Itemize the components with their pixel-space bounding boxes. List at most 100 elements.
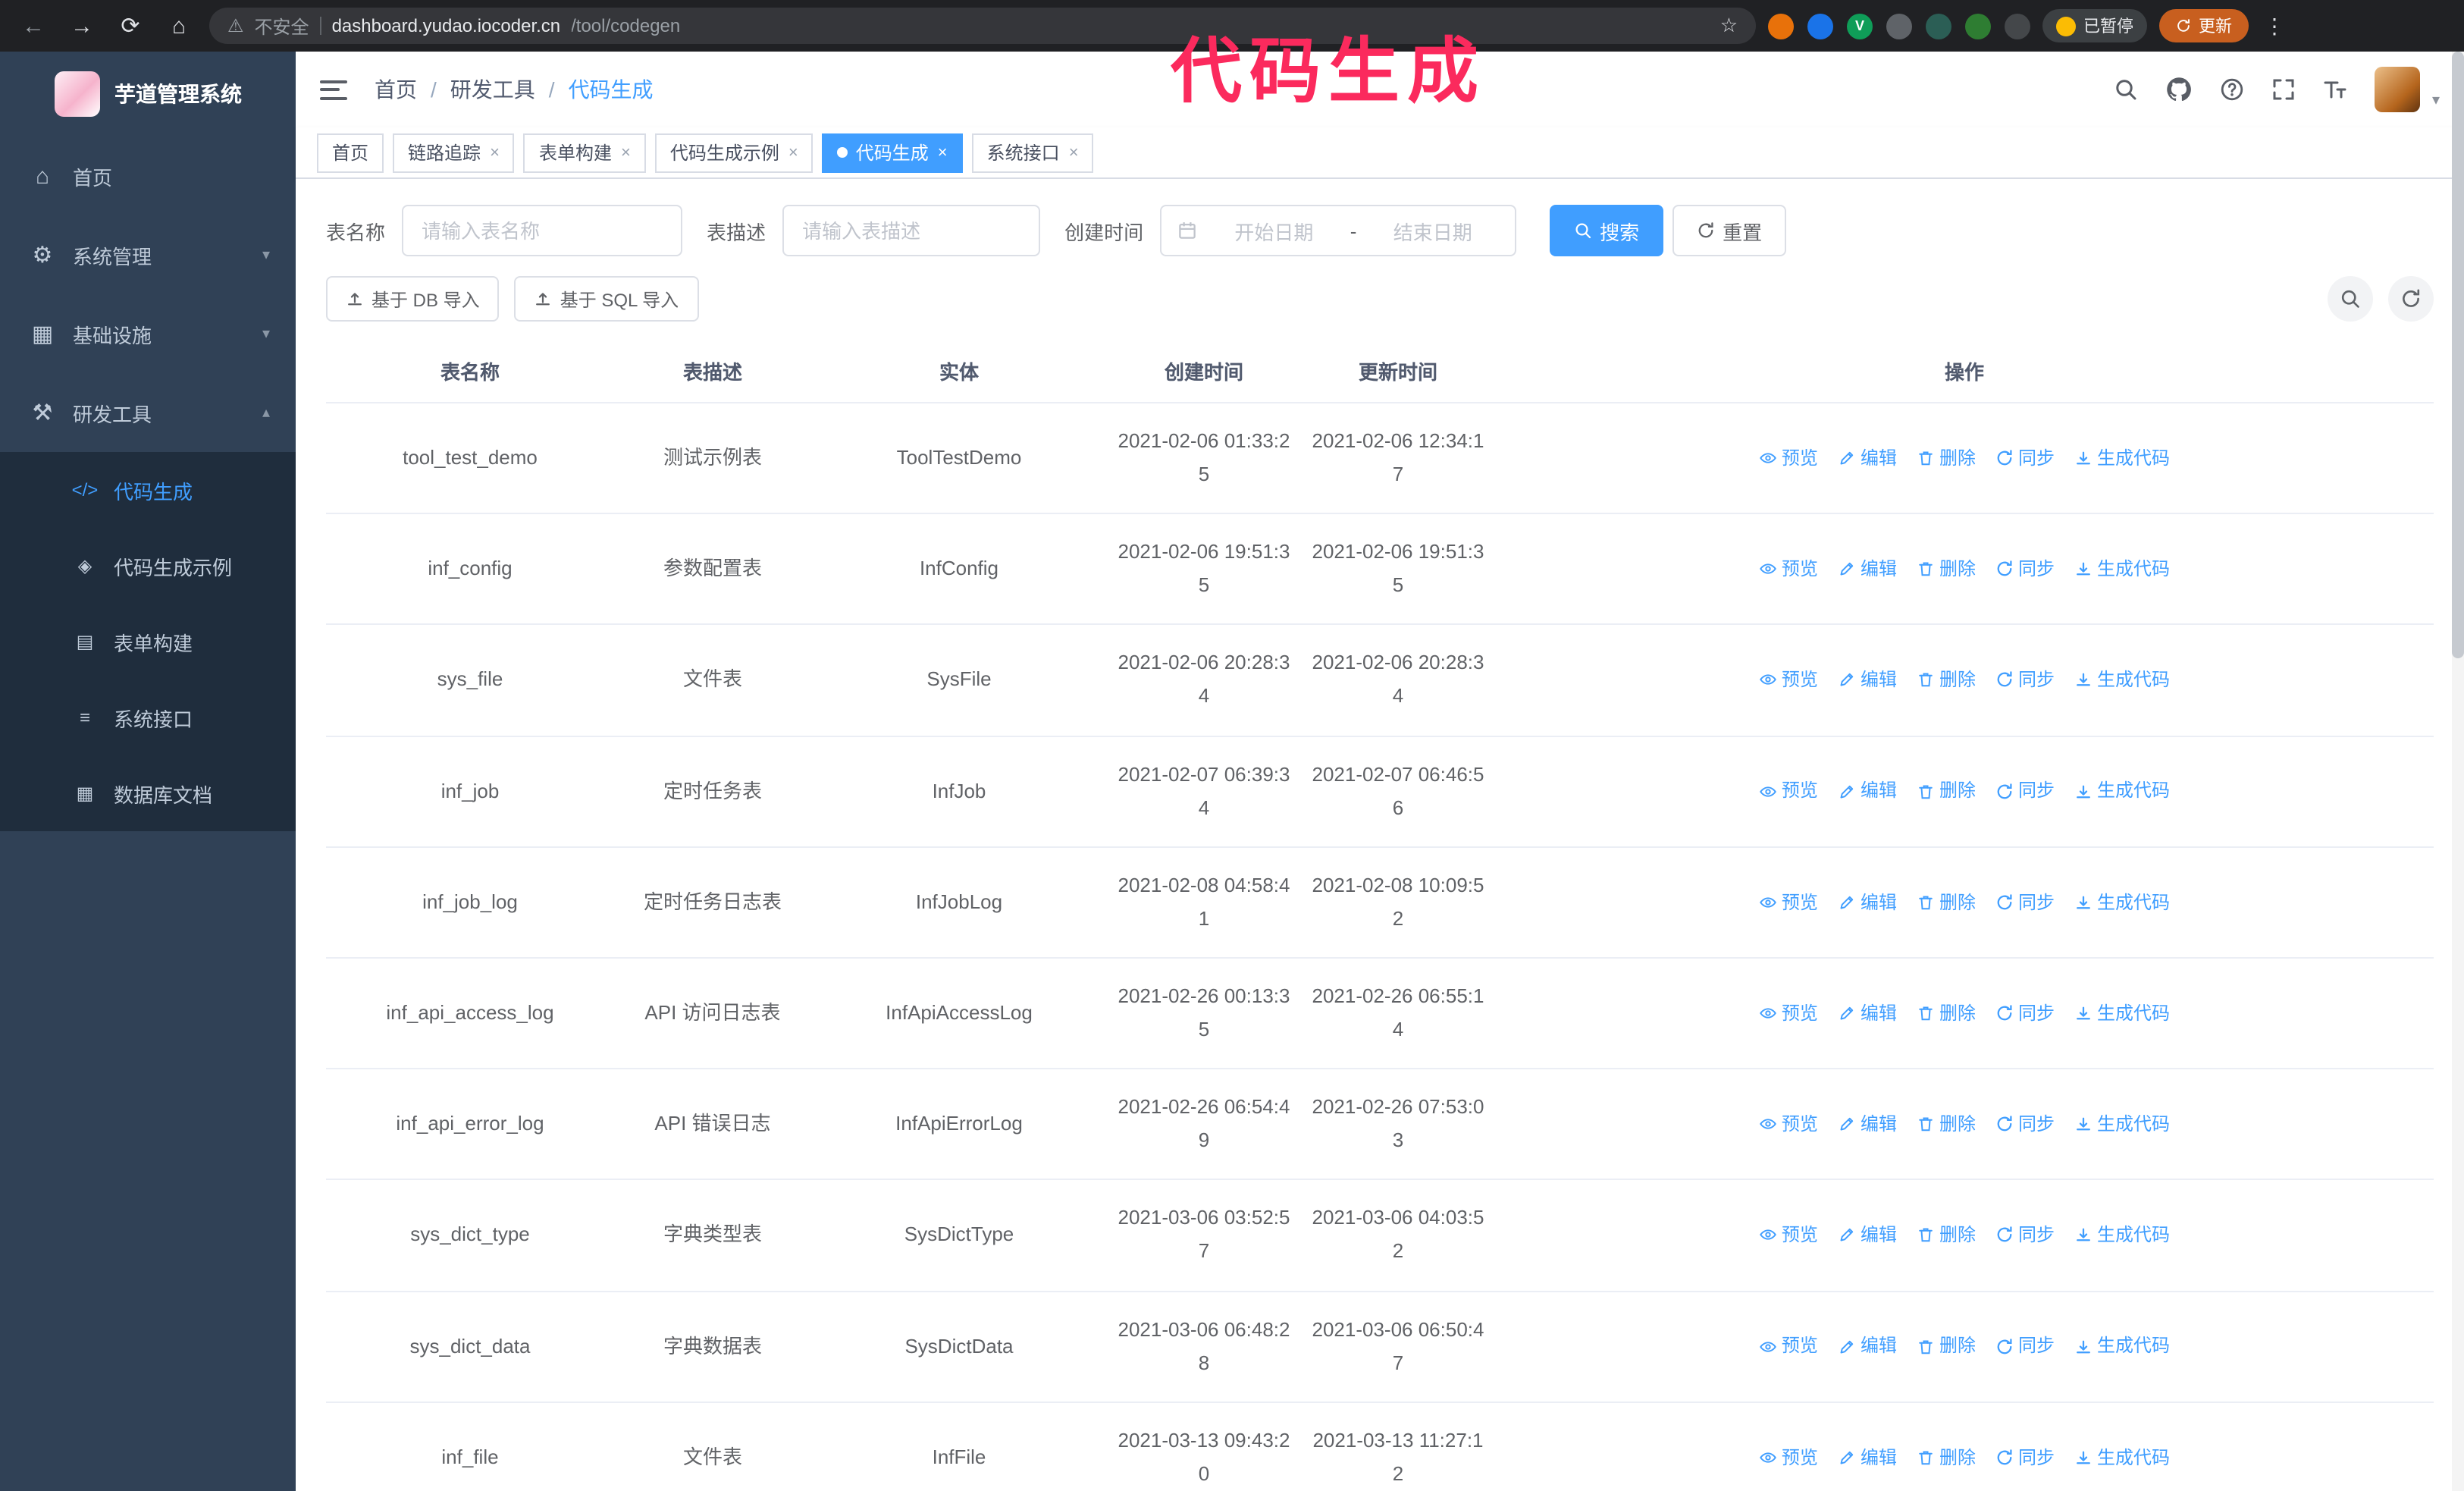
edit-link[interactable]: 编辑 xyxy=(1838,887,1897,918)
sidebar-item-system[interactable]: ⚙ 系统管理 ▾ xyxy=(0,215,296,294)
generate-code-link[interactable]: 生成代码 xyxy=(2074,554,2170,585)
extension-icon[interactable] xyxy=(1886,13,1912,39)
edit-link[interactable]: 编辑 xyxy=(1838,665,1897,696)
delete-link[interactable]: 删除 xyxy=(1917,665,1976,696)
generate-code-link[interactable]: 生成代码 xyxy=(2074,1442,2170,1473)
preview-link[interactable]: 预览 xyxy=(1759,665,1818,696)
app-logo[interactable]: 芋道管理系统 xyxy=(0,52,296,137)
generate-code-link[interactable]: 生成代码 xyxy=(2074,665,2170,696)
preview-link[interactable]: 预览 xyxy=(1759,554,1818,585)
sync-link[interactable]: 同步 xyxy=(1995,1442,2055,1473)
preview-link[interactable]: 预览 xyxy=(1759,1331,1818,1362)
preview-link[interactable]: 预览 xyxy=(1759,887,1818,918)
user-avatar[interactable] xyxy=(2374,67,2420,112)
breadcrumb-devtools[interactable]: 研发工具 xyxy=(450,74,535,105)
preview-link[interactable]: 预览 xyxy=(1759,1442,1818,1473)
tab-tracing[interactable]: 链路追踪 × xyxy=(393,133,515,172)
toggle-search-button[interactable] xyxy=(2328,276,2373,322)
import-db-button[interactable]: 基于 DB 导入 xyxy=(326,276,500,322)
generate-code-link[interactable]: 生成代码 xyxy=(2074,998,2170,1029)
browser-update-button[interactable]: 更新 xyxy=(2159,9,2249,42)
tab-close-icon[interactable]: × xyxy=(621,143,631,162)
security-label[interactable]: 不安全 xyxy=(255,13,309,39)
scrollbar-thumb[interactable] xyxy=(2452,52,2464,658)
tab-close-icon[interactable]: × xyxy=(938,143,948,162)
generate-code-link[interactable]: 生成代码 xyxy=(2074,1331,2170,1362)
search-button[interactable]: 搜索 xyxy=(1550,205,1664,256)
preview-link[interactable]: 预览 xyxy=(1759,1109,1818,1140)
profile-paused-chip[interactable]: 已暂停 xyxy=(2042,9,2147,42)
sidebar-toggle-icon[interactable] xyxy=(320,80,347,99)
sync-link[interactable]: 同步 xyxy=(1995,443,2055,474)
edit-link[interactable]: 编辑 xyxy=(1838,1219,1897,1251)
sidebar-item-system-api[interactable]: ≡ 系统接口 xyxy=(0,680,296,755)
generate-code-link[interactable]: 生成代码 xyxy=(2074,776,2170,807)
preview-link[interactable]: 预览 xyxy=(1759,1219,1818,1251)
browser-reload-icon[interactable]: ⟳ xyxy=(112,8,149,44)
delete-link[interactable]: 删除 xyxy=(1917,887,1976,918)
extension-icon[interactable] xyxy=(1807,13,1833,39)
delete-link[interactable]: 删除 xyxy=(1917,776,1976,807)
tab-form-builder[interactable]: 表单构建 × xyxy=(523,133,646,172)
sync-link[interactable]: 同步 xyxy=(1995,554,2055,585)
github-icon[interactable] xyxy=(2165,76,2193,103)
extension-icon[interactable] xyxy=(1965,13,1991,39)
sync-link[interactable]: 同步 xyxy=(1995,665,2055,696)
edit-link[interactable]: 编辑 xyxy=(1838,1331,1897,1362)
preview-link[interactable]: 预览 xyxy=(1759,998,1818,1029)
extension-icon[interactable] xyxy=(1926,13,1951,39)
breadcrumb-home[interactable]: 首页 xyxy=(375,74,417,105)
generate-code-link[interactable]: 生成代码 xyxy=(2074,443,2170,474)
delete-link[interactable]: 删除 xyxy=(1917,443,1976,474)
edit-link[interactable]: 编辑 xyxy=(1838,1442,1897,1473)
sidebar-item-form-builder[interactable]: ▤ 表单构建 xyxy=(0,604,296,680)
preview-link[interactable]: 预览 xyxy=(1759,776,1818,807)
delete-link[interactable]: 删除 xyxy=(1917,1442,1976,1473)
sidebar-item-codegen[interactable]: </> 代码生成 xyxy=(0,452,296,528)
font-size-icon[interactable] xyxy=(2323,77,2347,102)
extension-icon[interactable] xyxy=(1768,13,1794,39)
browser-forward-icon[interactable]: → xyxy=(64,8,100,44)
sidebar-item-home[interactable]: ⌂ 首页 xyxy=(0,137,296,215)
edit-link[interactable]: 编辑 xyxy=(1838,443,1897,474)
tab-system-api[interactable]: 系统接口 × xyxy=(971,133,1094,172)
avatar-caret-icon[interactable]: ▾ xyxy=(2432,93,2440,112)
delete-link[interactable]: 删除 xyxy=(1917,1219,1976,1251)
delete-link[interactable]: 删除 xyxy=(1917,998,1976,1029)
generate-code-link[interactable]: 生成代码 xyxy=(2074,887,2170,918)
generate-code-link[interactable]: 生成代码 xyxy=(2074,1219,2170,1251)
date-range-picker[interactable]: 开始日期 - 结束日期 xyxy=(1160,205,1517,256)
tab-home[interactable]: 首页 xyxy=(317,133,384,172)
browser-back-icon[interactable]: ← xyxy=(15,8,52,44)
help-icon[interactable] xyxy=(2220,77,2244,102)
edit-link[interactable]: 编辑 xyxy=(1838,554,1897,585)
tab-close-icon[interactable]: × xyxy=(1069,143,1079,162)
reset-button[interactable]: 重置 xyxy=(1672,205,1787,256)
browser-menu-kebab-icon[interactable]: ⋮ xyxy=(2261,13,2288,39)
generate-code-link[interactable]: 生成代码 xyxy=(2074,1109,2170,1140)
table-desc-input[interactable] xyxy=(782,205,1041,256)
refresh-table-button[interactable] xyxy=(2388,276,2434,322)
sidebar-item-db-docs[interactable]: ▦ 数据库文档 xyxy=(0,755,296,831)
scrollbar-track[interactable] xyxy=(2452,52,2464,1491)
browser-home-icon[interactable]: ⌂ xyxy=(161,8,197,44)
sidebar-item-devtools[interactable]: ⚒ 研发工具 ▴ xyxy=(0,373,296,452)
tab-close-icon[interactable]: × xyxy=(788,143,798,162)
edit-link[interactable]: 编辑 xyxy=(1838,998,1897,1029)
puzzle-extensions-icon[interactable] xyxy=(2005,13,2030,39)
table-name-input[interactable] xyxy=(402,205,683,256)
tab-codegen-example[interactable]: 代码生成示例 × xyxy=(654,133,813,172)
bookmark-star-icon[interactable]: ☆ xyxy=(1720,14,1738,38)
sync-link[interactable]: 同步 xyxy=(1995,776,2055,807)
delete-link[interactable]: 删除 xyxy=(1917,1331,1976,1362)
sync-link[interactable]: 同步 xyxy=(1995,1219,2055,1251)
tab-close-icon[interactable]: × xyxy=(490,143,500,162)
delete-link[interactable]: 删除 xyxy=(1917,554,1976,585)
sync-link[interactable]: 同步 xyxy=(1995,1109,2055,1140)
fullscreen-icon[interactable] xyxy=(2271,77,2296,102)
sync-link[interactable]: 同步 xyxy=(1995,887,2055,918)
sync-link[interactable]: 同步 xyxy=(1995,998,2055,1029)
extension-icon[interactable]: V xyxy=(1847,13,1873,39)
delete-link[interactable]: 删除 xyxy=(1917,1109,1976,1140)
sidebar-item-codegen-example[interactable]: ◈ 代码生成示例 xyxy=(0,528,296,604)
